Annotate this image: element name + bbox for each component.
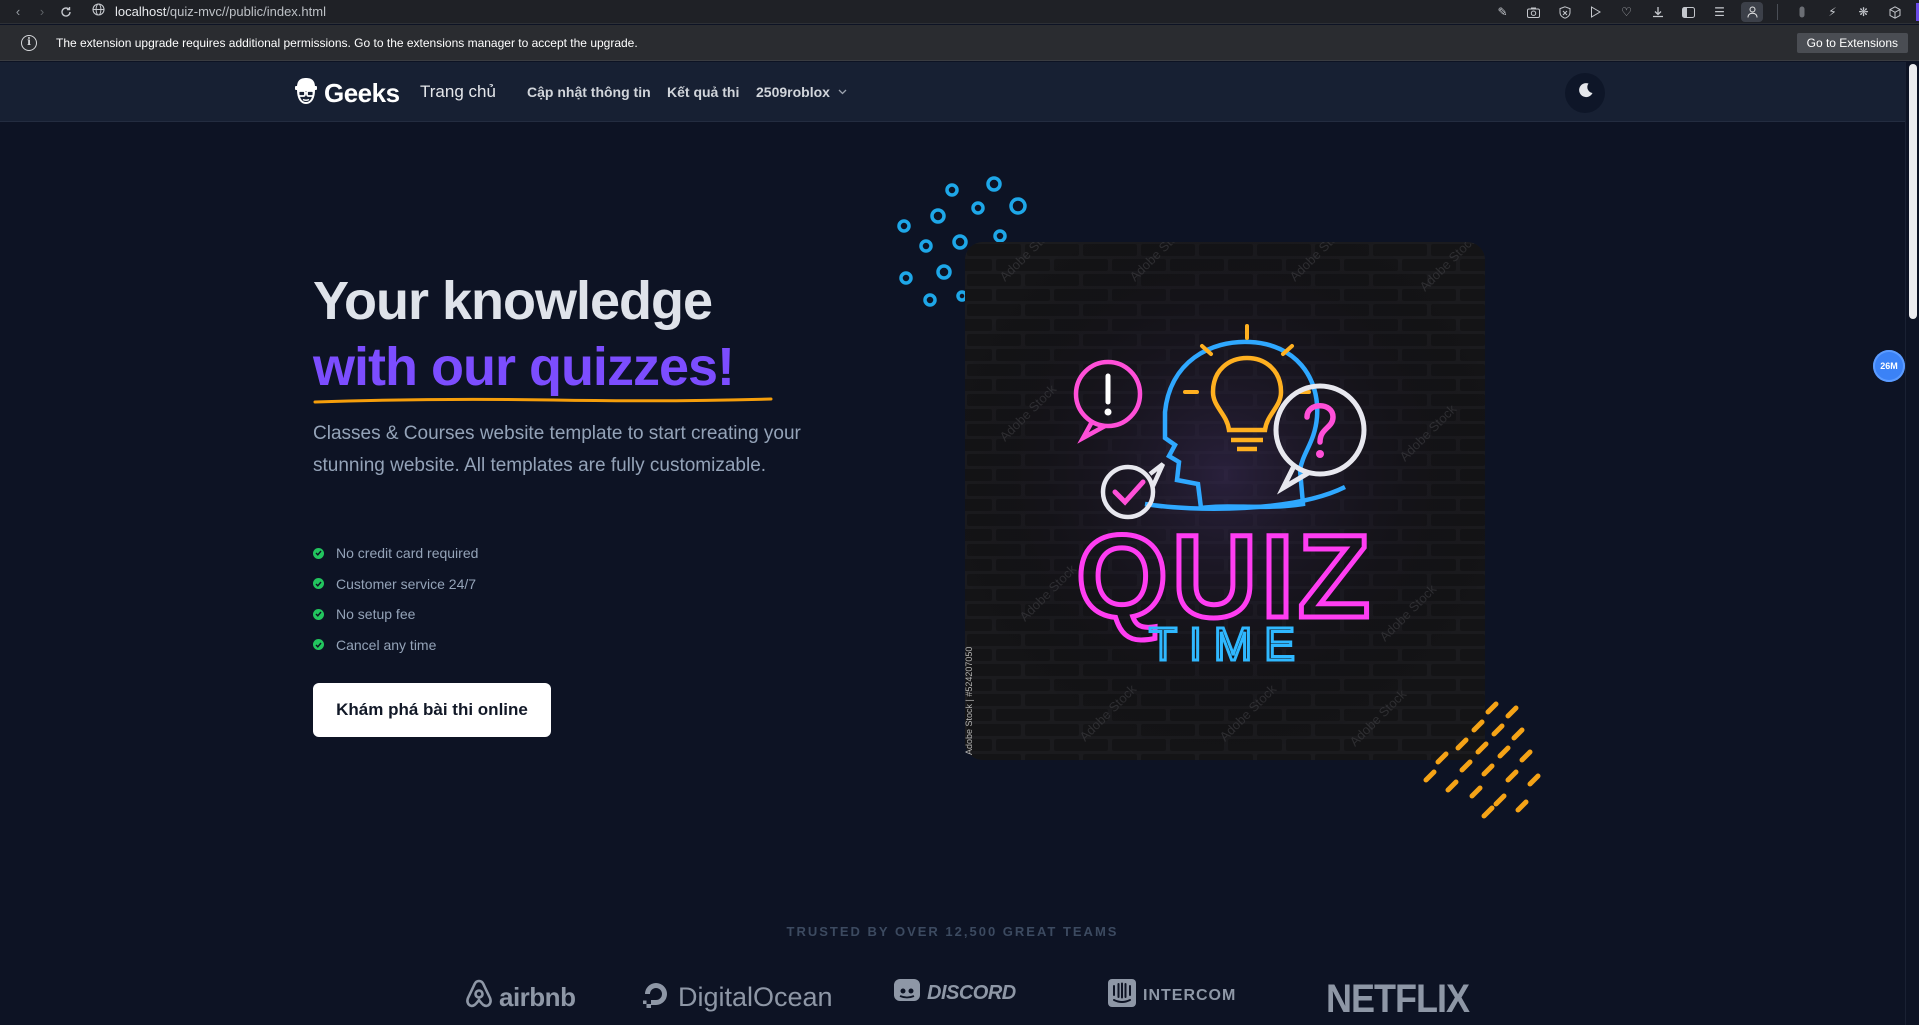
explore-quizzes-button[interactable]: Khám phá bài thi online [313,683,551,737]
geek-logo-icon [292,76,320,111]
hero-description: Classes & Courses website template to st… [313,423,801,476]
hero-title-line2: with our quizzes! [313,334,773,404]
feature-item: Customer service 24/7 [313,569,478,600]
profile-icon[interactable] [1741,2,1763,22]
feature-item: No credit card required [313,538,478,569]
cube-icon[interactable] [1879,0,1910,24]
site-logo[interactable]: Geeks [292,76,400,111]
feature-text: Cancel any time [336,636,437,653]
image-watermark: Adobe Stock | #524207050 [964,646,974,755]
feature-item: No setup fee [313,599,478,630]
browser-toolbar: ‹ › localhost/quiz-mvc//public/index.htm… [0,0,1919,24]
chevron-down-icon [838,87,847,98]
hero-title-highlight: with our quizzes! [313,337,735,397]
user-menu[interactable]: 2509roblox [756,84,847,100]
brand-discord: DISCORD [893,978,1016,1008]
reload-icon[interactable] [54,0,78,24]
extension-notice-bar: i The extension upgrade requires additio… [0,25,1919,61]
brand-intercom: INTERCOM [1107,978,1236,1013]
hero-title: Your knowledge with our quizzes! [313,268,773,404]
hero-title-line1: Your knowledge [313,271,713,331]
extension-notice-message: The extension upgrade requires additiona… [56,35,638,50]
page-scrollbar[interactable] [1905,62,1919,1025]
brand-logos: airbnb DigitalOcean DISCORD INTERCOM NET… [0,975,1905,1025]
check-circle-icon [313,578,324,590]
address-bar[interactable]: localhost/quiz-mvc//public/index.html [92,2,326,21]
feature-list: No credit card required Customer service… [313,538,478,660]
scrollbar-thumb[interactable] [1909,64,1917,319]
floating-badge[interactable]: 26M [1873,350,1905,382]
brand-netflix: NETFLIX [1326,975,1470,1022]
play-icon[interactable] [1580,0,1611,24]
quiz-time-image: QUIZ TIME Adobe Stock Adobe Stock Adobe … [965,242,1485,760]
title-underline-decoration [313,397,773,404]
decorative-dashes [1423,701,1541,819]
camera-icon[interactable] [1518,0,1549,24]
brand-name: DigitalOcean [678,982,833,1012]
forward-icon[interactable]: › [30,0,54,24]
url-text: localhost/quiz-mvc//public/index.html [115,4,326,19]
lightning-icon[interactable]: ⚡ [1817,0,1848,24]
user-name: 2509roblox [756,84,830,100]
trusted-heading: TRUSTED BY OVER 12,500 GREAT TEAMS [786,924,1119,939]
feature-text: Customer service 24/7 [336,575,477,592]
brand-name: NETFLIX [1326,975,1470,1021]
react-icon[interactable]: ❋ [1848,0,1879,24]
go-to-extensions-button[interactable]: Go to Extensions [1796,33,1908,53]
nav-home[interactable]: Trang chủ [420,82,496,102]
extension-dot-icon[interactable] [1786,0,1817,24]
feature-text: No credit card required [336,545,479,562]
toolbar-divider [1777,4,1778,20]
menu-icon[interactable]: ☰ [1704,0,1735,24]
toolbar-icons: ✎ ♡ ☰ ⚡ ❋ [1487,0,1919,24]
check-circle-icon [313,547,324,559]
airbnb-icon [465,978,493,1017]
moon-icon [1577,82,1594,104]
check-circle-icon [313,639,324,651]
brand-digitalocean: DigitalOcean [640,978,833,1017]
digitalocean-icon [640,978,672,1017]
theme-toggle-button[interactable] [1565,73,1605,113]
intercom-icon [1107,978,1137,1013]
shield-icon[interactable] [1549,0,1580,24]
feature-text: No setup fee [336,606,416,623]
brand-airbnb: airbnb [465,978,576,1017]
nav-results[interactable]: Kết quả thi [667,84,739,100]
brand-name: airbnb [499,982,576,1012]
brand-name: DISCORD [927,981,1016,1004]
sidebar-icon[interactable] [1673,0,1704,24]
site-header: Geeks Trang chủ Cập nhật thông tin Kết q… [0,62,1905,122]
check-circle-icon [313,608,324,620]
logo-text: Geeks [324,78,400,108]
time-title-text: TIME [1149,618,1307,670]
nav-update-info[interactable]: Cập nhật thông tin [527,84,651,100]
discord-icon [893,978,921,1008]
download-icon[interactable] [1642,0,1673,24]
heart-icon[interactable]: ♡ [1611,0,1642,24]
edit-icon[interactable]: ✎ [1487,0,1518,24]
globe-icon [92,2,105,21]
back-icon[interactable]: ‹ [6,0,30,24]
brand-name: INTERCOM [1143,986,1237,1004]
feature-item: Cancel any time [313,630,478,661]
info-icon: i [21,34,37,51]
